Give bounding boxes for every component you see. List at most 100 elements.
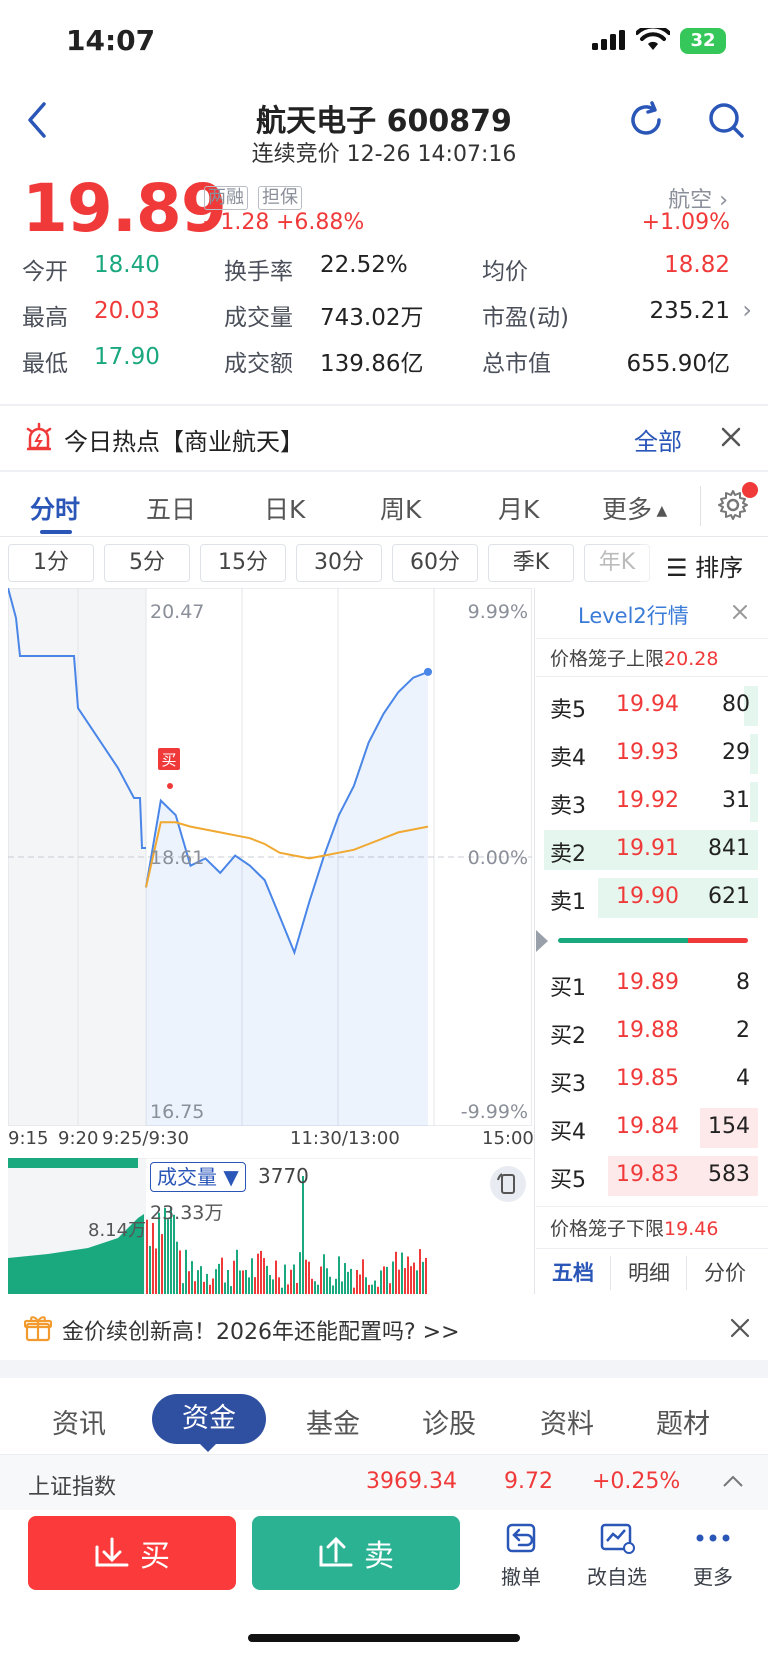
chevron-right-icon[interactable]: › (742, 296, 752, 324)
period-60min[interactable]: 60分 (392, 544, 478, 582)
bid-row-5[interactable]: 买5 19.83 583 (536, 1154, 758, 1198)
buy-button[interactable]: 买 (28, 1516, 236, 1590)
stat-value-pe[interactable]: 235.21 (650, 298, 730, 324)
buy-button-label: 买 (140, 1539, 170, 1574)
tab-daily-k[interactable]: 日K (264, 490, 305, 526)
stat-label-turnover: 换手率 (224, 259, 293, 285)
volume-bar (425, 1257, 427, 1294)
intraday-chart[interactable]: 买 20.47 18.61 16.75 9.99% 0.00% -9.99% (8, 588, 532, 1126)
period-30min[interactable]: 30分 (296, 544, 382, 582)
refresh-icon[interactable] (626, 100, 666, 140)
ask-row-4[interactable]: 卖4 19.93 29 (536, 732, 758, 776)
rotate-icon (497, 1173, 515, 1194)
volume-bar (206, 1273, 208, 1294)
ask-row-3[interactable]: 卖3 19.92 31 (536, 780, 758, 824)
bid-row-1[interactable]: 买1 19.89 8 (536, 962, 758, 1006)
bid-label: 买3 (550, 1072, 586, 1097)
tab-funds[interactable]: 基金 (306, 1402, 360, 1441)
volume-bar (236, 1249, 238, 1294)
close-icon[interactable] (732, 604, 748, 620)
last-price-dot (424, 667, 432, 676)
bid-row-3[interactable]: 买3 19.85 4 (536, 1058, 758, 1102)
volume-bar (179, 1250, 181, 1294)
volume-bar (290, 1269, 292, 1294)
ask-qty: 841 (708, 836, 750, 861)
ask-qty: 29 (722, 740, 750, 765)
close-icon[interactable] (720, 426, 742, 448)
volume-bar (314, 1281, 316, 1294)
lower-limit-value: 19.46 (664, 1218, 719, 1240)
cancel-order-label: 撤单 (501, 1565, 541, 1589)
ob-tab-five-level[interactable]: 五档 (536, 1252, 610, 1294)
ob-tab-price-dist[interactable]: 分价 (688, 1252, 762, 1294)
hot-topic-all-link[interactable]: 全部 (634, 422, 682, 457)
search-icon[interactable] (706, 100, 746, 140)
bid-label: 买5 (550, 1168, 586, 1193)
tab-more[interactable]: 更多 ▲ (602, 490, 667, 526)
bid-row-2[interactable]: 买2 19.88 2 (536, 1010, 758, 1054)
ask-depth-bar (750, 782, 758, 822)
ask-row-5[interactable]: 卖5 19.94 80 (536, 684, 758, 728)
tab-news[interactable]: 资讯 (52, 1402, 106, 1441)
index-change-percent: +0.25% (592, 1469, 681, 1494)
volume-bar (224, 1282, 226, 1294)
volume-indicator-select[interactable]: 成交量 ▼ (150, 1162, 246, 1192)
index-change: 9.72 (504, 1469, 553, 1494)
stat-label-pe[interactable]: 市盈(动) (482, 298, 569, 332)
collateral-tag[interactable]: 担保 (258, 186, 302, 210)
bid-row-4[interactable]: 买4 19.84 154 (536, 1106, 758, 1150)
hot-topic-row[interactable]: 今日热点【商业航天】 全部 (0, 408, 768, 470)
ask-row-1[interactable]: 卖1 19.90 621 (536, 876, 758, 920)
volume-bar (182, 1283, 184, 1294)
tab-intraday[interactable]: 分时 (30, 490, 80, 526)
period-1min[interactable]: 1分 (8, 544, 94, 582)
volume-bar (167, 1219, 169, 1294)
buy-ratio-bar (688, 938, 748, 943)
time-label: 9:20 (58, 1128, 99, 1149)
tab-profile[interactable]: 资料 (540, 1402, 594, 1441)
status-time: 14:07 (66, 24, 156, 57)
volume-bar (146, 1219, 148, 1294)
close-icon[interactable] (730, 1318, 750, 1338)
sell-button[interactable]: 卖 (252, 1516, 460, 1590)
cancel-order-button[interactable]: 撤单 (476, 1520, 566, 1590)
promo-banner[interactable]: 金价续创新高！2026年还能配置吗? >> (0, 1298, 768, 1360)
time-label: 9:15 (8, 1128, 49, 1149)
volume-bar (347, 1271, 349, 1294)
volume-bar (341, 1281, 343, 1294)
more-button[interactable]: 更多 (668, 1520, 758, 1590)
margin-tag[interactable]: 两融 (204, 186, 248, 210)
edit-watchlist-button[interactable]: 改自选 (572, 1520, 662, 1590)
bid-label: 买2 (550, 1024, 586, 1049)
volume-bar (188, 1271, 190, 1294)
trading-status-subtitle: 连续竞价 12-26 14:07:16 (251, 142, 517, 167)
upper-limit: 价格笼子上限20.28 (550, 644, 718, 671)
volume-bar (398, 1269, 400, 1294)
ask-row-2[interactable]: 卖2 19.91 841 (536, 828, 758, 872)
ask-label: 卖2 (550, 842, 586, 867)
ob-tab-detail[interactable]: 明细 (612, 1252, 686, 1294)
rotate-screen-button[interactable] (490, 1166, 526, 1202)
tab-monthly-k[interactable]: 月K (498, 490, 539, 526)
period-5min[interactable]: 5分 (104, 544, 190, 582)
level2-title[interactable]: Level2行情 (578, 600, 689, 630)
upper-limit-label: 价格笼子上限 (550, 648, 665, 670)
tab-themes[interactable]: 题材 (656, 1402, 710, 1441)
period-15min[interactable]: 15分 (200, 544, 286, 582)
tab-capital[interactable]: 资金 (152, 1394, 266, 1444)
bid-qty: 583 (708, 1162, 750, 1187)
divider (536, 1206, 768, 1207)
tab-diagnosis[interactable]: 诊股 (422, 1402, 476, 1441)
tab-weekly-k[interactable]: 周K (380, 490, 421, 526)
tab-five-day[interactable]: 五日 (146, 490, 196, 526)
volume-bar (245, 1269, 247, 1294)
chevron-up-icon[interactable] (722, 1473, 744, 1489)
volume-indicator-label: 成交量 (157, 1165, 217, 1189)
divider (0, 404, 768, 406)
volume-bar (176, 1241, 178, 1294)
period-quarter-k[interactable]: 季K (488, 544, 574, 582)
index-ticker-row[interactable]: 上证指数 3969.34 9.72 +0.25% (0, 1454, 768, 1510)
volume-bar (254, 1277, 256, 1294)
volume-bar (242, 1270, 244, 1294)
sort-button[interactable]: ☰ 排序 (666, 548, 743, 583)
